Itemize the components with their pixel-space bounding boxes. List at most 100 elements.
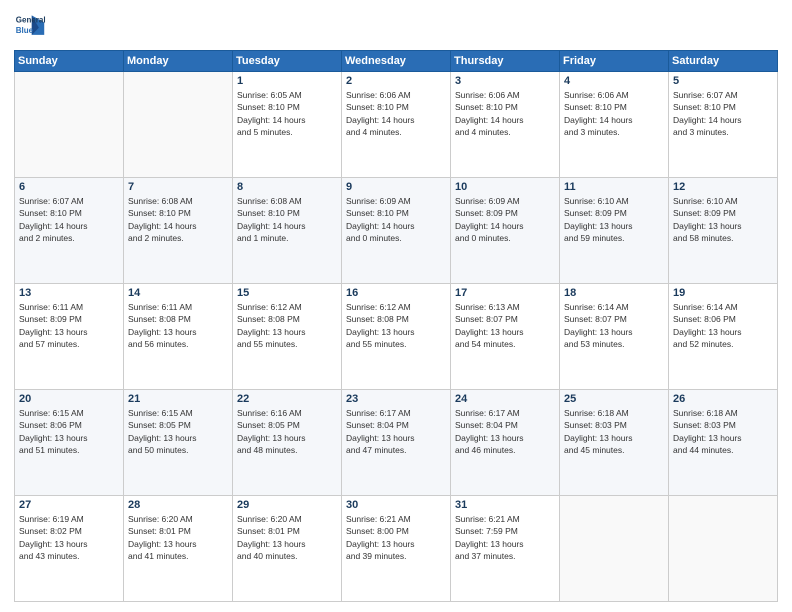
calendar-table: SundayMondayTuesdayWednesdayThursdayFrid… [14,50,778,602]
week-row-5: 27 Sunrise: 6:19 AM Sunset: 8:02 PM Dayli… [15,496,778,602]
day-info: Sunrise: 6:06 AM Sunset: 8:10 PM Dayligh… [346,89,446,138]
calendar-cell: 30 Sunrise: 6:21 AM Sunset: 8:00 PM Dayli… [342,496,451,602]
day-info: Sunrise: 6:07 AM Sunset: 8:10 PM Dayligh… [19,195,119,244]
day-info: Sunrise: 6:13 AM Sunset: 8:07 PM Dayligh… [455,301,555,350]
day-number: 6 [19,181,119,193]
weekday-header-sunday: Sunday [15,51,124,72]
week-row-1: 1 Sunrise: 6:05 AM Sunset: 8:10 PM Daylig… [15,72,778,178]
day-number: 2 [346,75,446,87]
day-number: 16 [346,287,446,299]
day-number: 25 [564,393,664,405]
calendar-cell [669,496,778,602]
day-info: Sunrise: 6:18 AM Sunset: 8:03 PM Dayligh… [564,407,664,456]
day-info: Sunrise: 6:11 AM Sunset: 8:08 PM Dayligh… [128,301,228,350]
day-number: 15 [237,287,337,299]
day-number: 19 [673,287,773,299]
day-number: 5 [673,75,773,87]
day-info: Sunrise: 6:12 AM Sunset: 8:08 PM Dayligh… [346,301,446,350]
day-info: Sunrise: 6:06 AM Sunset: 8:10 PM Dayligh… [455,89,555,138]
calendar-cell: 15 Sunrise: 6:12 AM Sunset: 8:08 PM Dayli… [233,284,342,390]
calendar-cell: 13 Sunrise: 6:11 AM Sunset: 8:09 PM Dayli… [15,284,124,390]
day-number: 1 [237,75,337,87]
calendar-cell: 22Sunrise: 6:16 AM Sunset: 8:05 PM Dayli… [233,390,342,496]
day-number: 18 [564,287,664,299]
calendar-cell: 16 Sunrise: 6:12 AM Sunset: 8:08 PM Dayli… [342,284,451,390]
calendar-cell: 11Sunrise: 6:10 AM Sunset: 8:09 PM Dayli… [560,178,669,284]
day-info: Sunrise: 6:07 AM Sunset: 8:10 PM Dayligh… [673,89,773,138]
day-number: 29 [237,499,337,511]
header: General Blue [14,10,778,42]
calendar-cell: 21 Sunrise: 6:15 AM Sunset: 8:05 PM Dayli… [124,390,233,496]
calendar-cell: 12Sunrise: 6:10 AM Sunset: 8:09 PM Dayli… [669,178,778,284]
weekday-header-tuesday: Tuesday [233,51,342,72]
week-row-3: 13 Sunrise: 6:11 AM Sunset: 8:09 PM Dayli… [15,284,778,390]
calendar-cell: 19 Sunrise: 6:14 AM Sunset: 8:06 PM Dayli… [669,284,778,390]
calendar-cell: 2 Sunrise: 6:06 AM Sunset: 8:10 PM Daylig… [342,72,451,178]
day-number: 28 [128,499,228,511]
weekday-header-wednesday: Wednesday [342,51,451,72]
calendar-cell: 4 Sunrise: 6:06 AM Sunset: 8:10 PM Daylig… [560,72,669,178]
calendar-cell: 7 Sunrise: 6:08 AM Sunset: 8:10 PM Daylig… [124,178,233,284]
calendar-cell: 27 Sunrise: 6:19 AM Sunset: 8:02 PM Dayli… [15,496,124,602]
calendar-cell: 9Sunrise: 6:09 AM Sunset: 8:10 PM Daylig… [342,178,451,284]
day-number: 4 [564,75,664,87]
calendar-cell: 10 Sunrise: 6:09 AM Sunset: 8:09 PM Dayli… [451,178,560,284]
day-number: 20 [19,393,119,405]
day-number: 21 [128,393,228,405]
day-info: Sunrise: 6:08 AM Sunset: 8:10 PM Dayligh… [128,195,228,244]
day-info: Sunrise: 6:17 AM Sunset: 8:04 PM Dayligh… [346,407,446,456]
day-info: Sunrise: 6:21 AM Sunset: 7:59 PM Dayligh… [455,513,555,562]
day-info: Sunrise: 6:21 AM Sunset: 8:00 PM Dayligh… [346,513,446,562]
calendar-cell: 8Sunrise: 6:08 AM Sunset: 8:10 PM Daylig… [233,178,342,284]
day-info: Sunrise: 6:14 AM Sunset: 8:07 PM Dayligh… [564,301,664,350]
day-info: Sunrise: 6:09 AM Sunset: 8:09 PM Dayligh… [455,195,555,244]
day-info: Sunrise: 6:15 AM Sunset: 8:05 PM Dayligh… [128,407,228,456]
day-info: Sunrise: 6:11 AM Sunset: 8:09 PM Dayligh… [19,301,119,350]
day-number: 9 [346,181,446,193]
calendar-cell [560,496,669,602]
calendar-cell: 17Sunrise: 6:13 AM Sunset: 8:07 PM Dayli… [451,284,560,390]
calendar-cell: 5 Sunrise: 6:07 AM Sunset: 8:10 PM Daylig… [669,72,778,178]
day-number: 13 [19,287,119,299]
day-info: Sunrise: 6:19 AM Sunset: 8:02 PM Dayligh… [19,513,119,562]
calendar-cell: 28 Sunrise: 6:20 AM Sunset: 8:01 PM Dayli… [124,496,233,602]
day-number: 30 [346,499,446,511]
weekday-header-friday: Friday [560,51,669,72]
calendar-cell: 3 Sunrise: 6:06 AM Sunset: 8:10 PM Daylig… [451,72,560,178]
day-info: Sunrise: 6:06 AM Sunset: 8:10 PM Dayligh… [564,89,664,138]
logo-icon: General Blue [14,10,46,42]
week-row-2: 6 Sunrise: 6:07 AM Sunset: 8:10 PM Daylig… [15,178,778,284]
svg-text:General: General [16,15,46,24]
weekday-header-saturday: Saturday [669,51,778,72]
calendar-cell: 20Sunrise: 6:15 AM Sunset: 8:06 PM Dayli… [15,390,124,496]
calendar-cell: 23 Sunrise: 6:17 AM Sunset: 8:04 PM Dayli… [342,390,451,496]
calendar-cell: 26 Sunrise: 6:18 AM Sunset: 8:03 PM Dayli… [669,390,778,496]
week-row-4: 20Sunrise: 6:15 AM Sunset: 8:06 PM Dayli… [15,390,778,496]
day-info: Sunrise: 6:18 AM Sunset: 8:03 PM Dayligh… [673,407,773,456]
day-number: 10 [455,181,555,193]
calendar-cell: 14Sunrise: 6:11 AM Sunset: 8:08 PM Dayli… [124,284,233,390]
day-number: 3 [455,75,555,87]
calendar-cell: 24 Sunrise: 6:17 AM Sunset: 8:04 PM Dayli… [451,390,560,496]
day-number: 12 [673,181,773,193]
day-number: 24 [455,393,555,405]
calendar-cell [124,72,233,178]
day-number: 26 [673,393,773,405]
day-info: Sunrise: 6:10 AM Sunset: 8:09 PM Dayligh… [564,195,664,244]
day-info: Sunrise: 6:16 AM Sunset: 8:05 PM Dayligh… [237,407,337,456]
logo: General Blue [14,10,46,42]
day-info: Sunrise: 6:05 AM Sunset: 8:10 PM Dayligh… [237,89,337,138]
day-number: 27 [19,499,119,511]
day-info: Sunrise: 6:20 AM Sunset: 8:01 PM Dayligh… [128,513,228,562]
calendar-cell: 18 Sunrise: 6:14 AM Sunset: 8:07 PM Dayli… [560,284,669,390]
weekday-header-thursday: Thursday [451,51,560,72]
weekday-header-row: SundayMondayTuesdayWednesdayThursdayFrid… [15,51,778,72]
page: General Blue SundayMondayTuesdayWednesda… [0,0,792,612]
day-info: Sunrise: 6:14 AM Sunset: 8:06 PM Dayligh… [673,301,773,350]
day-info: Sunrise: 6:17 AM Sunset: 8:04 PM Dayligh… [455,407,555,456]
day-number: 7 [128,181,228,193]
day-info: Sunrise: 6:12 AM Sunset: 8:08 PM Dayligh… [237,301,337,350]
day-number: 8 [237,181,337,193]
calendar-cell: 29Sunrise: 6:20 AM Sunset: 8:01 PM Dayli… [233,496,342,602]
day-number: 23 [346,393,446,405]
